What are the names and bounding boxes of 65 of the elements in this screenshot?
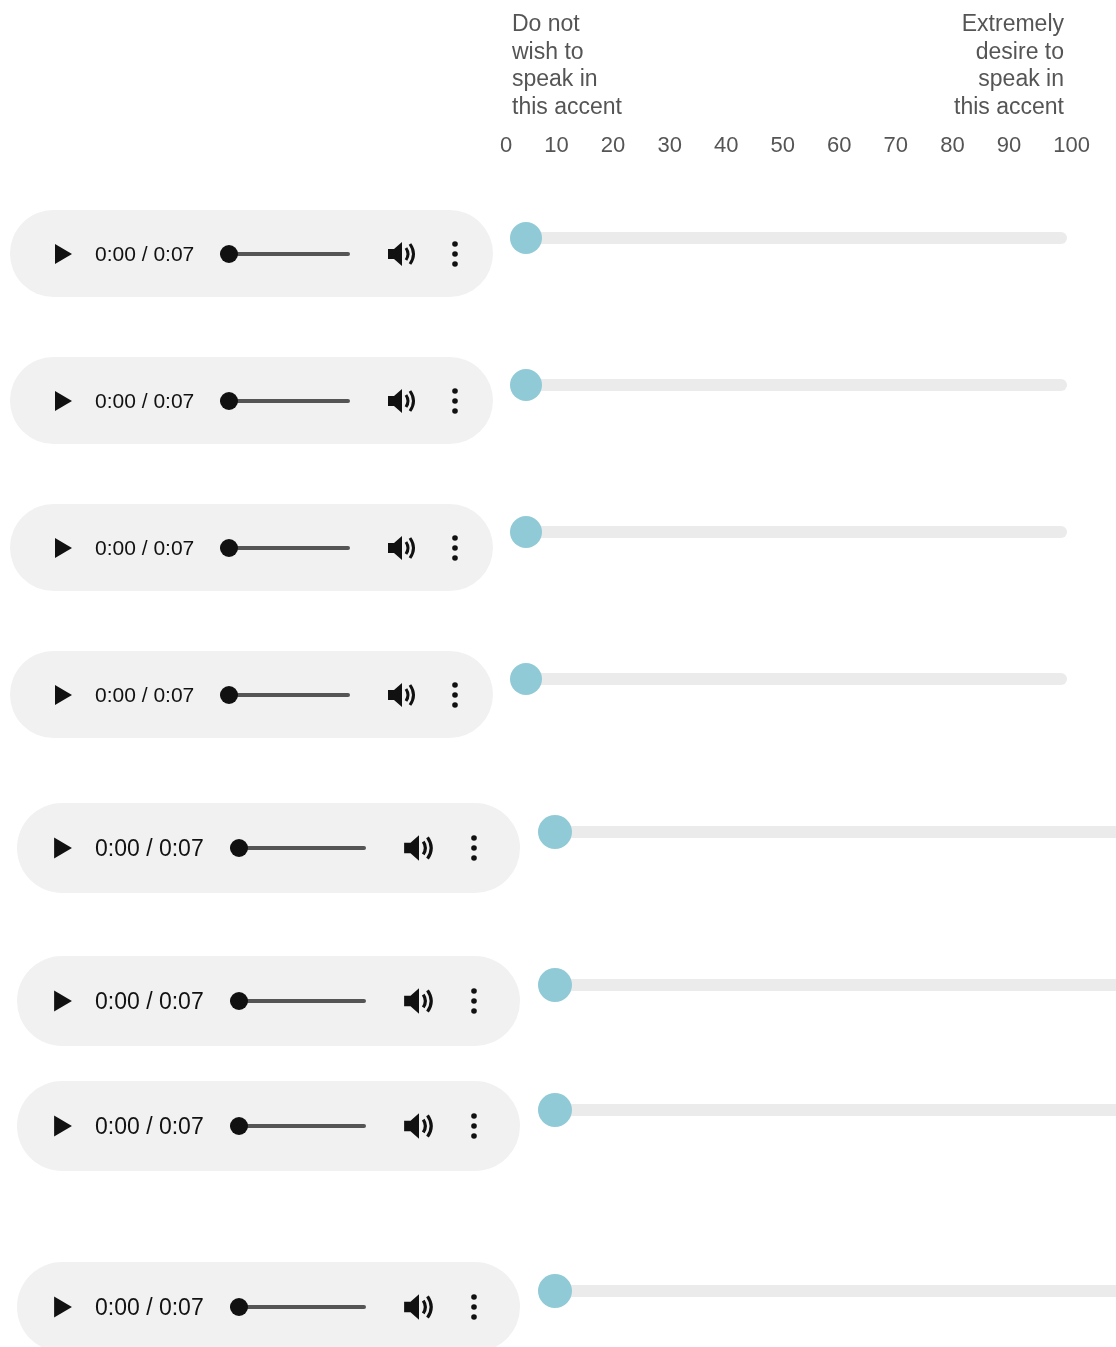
progress-slider[interactable]: [220, 391, 351, 410]
scale-tick: 30: [657, 132, 682, 158]
progress-thumb[interactable]: [229, 1298, 248, 1316]
rating-slider-thumb[interactable]: [510, 222, 542, 254]
time-display: 0:00 / 0:07: [95, 682, 195, 707]
scale-tick: 40: [713, 132, 739, 158]
play-icon[interactable]: [52, 989, 73, 1013]
time-display: 0:00 / 0:07: [95, 987, 204, 1015]
progress-thumb[interactable]: [229, 839, 248, 857]
scale-tick: 50: [770, 132, 795, 158]
progress-thumb[interactable]: [229, 1117, 248, 1135]
more-options-icon[interactable]: [470, 835, 477, 861]
time-display: 0:00 / 0:07: [95, 1293, 204, 1321]
more-options-icon[interactable]: [470, 1113, 477, 1139]
scale-tick: 70: [883, 132, 909, 158]
scale-tick: 80: [940, 132, 965, 158]
more-options-icon[interactable]: [470, 1294, 477, 1320]
progress-thumb[interactable]: [220, 685, 239, 704]
progress-slider[interactable]: [220, 244, 351, 263]
rating-slider-thumb[interactable]: [538, 1274, 572, 1308]
progress-slider[interactable]: [229, 839, 366, 857]
scale-tick: 100: [1053, 132, 1090, 158]
play-icon[interactable]: [53, 389, 73, 412]
scale-tick: 0: [500, 132, 513, 158]
time-display: 0:00 / 0:07: [95, 535, 195, 560]
rating-slider[interactable]: [510, 663, 1067, 695]
rating-slider-thumb[interactable]: [510, 516, 542, 548]
scale-tick: 20: [600, 132, 626, 158]
rating-slider-thumb[interactable]: [510, 663, 542, 695]
play-icon[interactable]: [53, 536, 73, 559]
rating-slider-thumb[interactable]: [538, 1093, 572, 1127]
more-options-icon[interactable]: [452, 240, 459, 267]
scale-tick: 10: [544, 132, 569, 158]
rating-slider[interactable]: [510, 516, 1067, 548]
time-display: 0:00 / 0:07: [95, 388, 195, 413]
progress-thumb[interactable]: [220, 538, 239, 557]
scale-min-label: Do not wish to speak in this accent: [512, 10, 623, 120]
play-icon[interactable]: [52, 836, 73, 860]
play-icon[interactable]: [52, 1295, 73, 1319]
more-options-icon[interactable]: [452, 387, 459, 414]
play-icon[interactable]: [53, 242, 73, 265]
progress-thumb[interactable]: [220, 391, 239, 410]
rating-slider-thumb[interactable]: [538, 968, 572, 1002]
play-icon[interactable]: [53, 683, 73, 706]
progress-thumb[interactable]: [229, 992, 248, 1010]
more-options-icon[interactable]: [452, 534, 459, 561]
time-display: 0:00 / 0:07: [95, 1112, 204, 1140]
scale-tick: 90: [996, 132, 1022, 158]
play-icon[interactable]: [52, 1114, 73, 1138]
rating-slider[interactable]: [510, 369, 1067, 401]
progress-slider[interactable]: [220, 538, 351, 557]
time-display: 0:00 / 0:07: [95, 241, 195, 266]
rating-slider-thumb[interactable]: [510, 369, 542, 401]
time-display: 0:00 / 0:07: [95, 834, 204, 862]
progress-slider[interactable]: [220, 685, 351, 704]
rating-slider-thumb[interactable]: [538, 815, 572, 849]
scale-tick: 60: [827, 132, 852, 158]
scale-max-label: Extremely desire to speak in this accent: [953, 10, 1064, 120]
progress-slider[interactable]: [229, 1298, 366, 1316]
progress-thumb[interactable]: [220, 244, 239, 263]
more-options-icon[interactable]: [452, 681, 459, 708]
progress-slider[interactable]: [229, 1117, 366, 1135]
progress-slider[interactable]: [229, 992, 366, 1010]
rating-slider[interactable]: [510, 222, 1067, 254]
more-options-icon[interactable]: [470, 988, 477, 1014]
